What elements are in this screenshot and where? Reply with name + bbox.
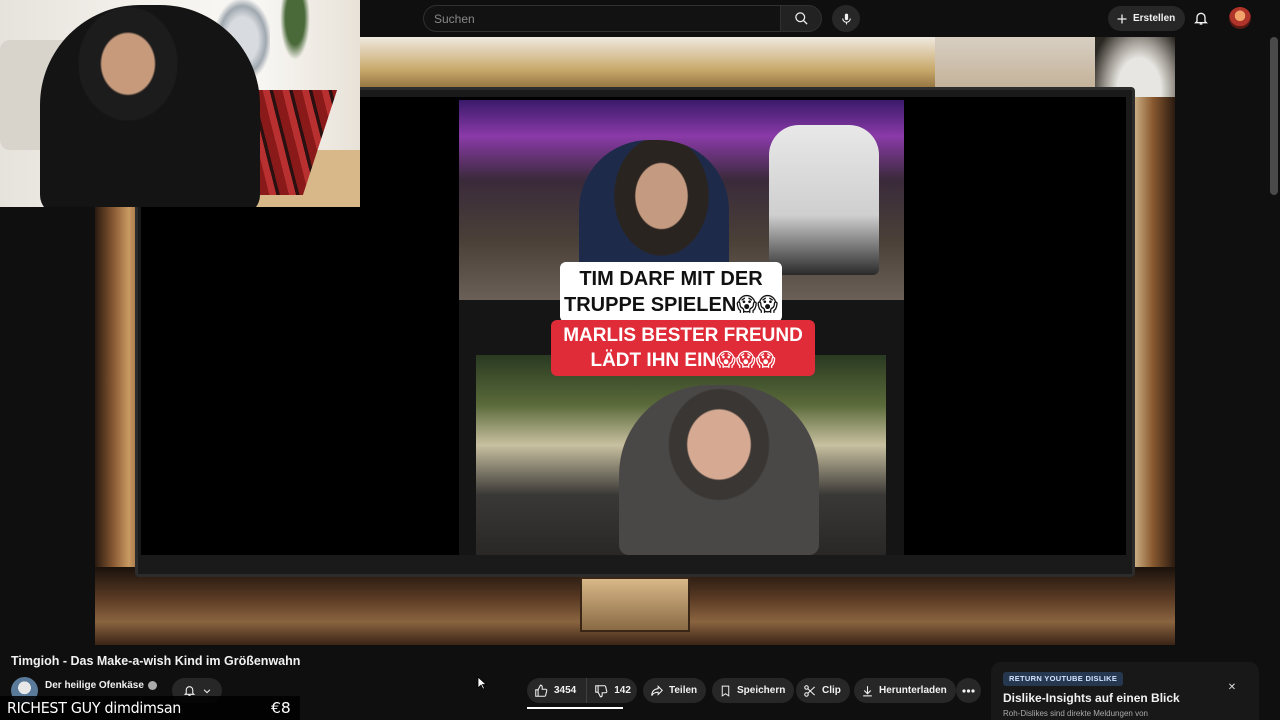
ryd-title: Dislike-Insights auf einen Blick — [1003, 691, 1180, 705]
create-label: Erstellen — [1133, 13, 1176, 24]
ryd-close-button[interactable]: ✕ — [1225, 681, 1239, 695]
channel-name-row[interactable]: Der heilige Ofenkäse — [45, 680, 157, 691]
chevron-down-icon — [203, 688, 210, 693]
search-input[interactable] — [424, 6, 781, 31]
bell-icon — [1194, 12, 1208, 25]
more-actions-button[interactable] — [956, 678, 981, 703]
webcam-streamer — [40, 5, 260, 207]
download-icon — [863, 685, 872, 696]
search-icon — [794, 12, 808, 25]
channel-name[interactable]: Der heilige Ofenkäse — [45, 680, 144, 691]
more-horizontal-icon — [962, 688, 975, 693]
account-avatar[interactable] — [1229, 7, 1251, 29]
caption-white: TIM DARF MIT DER TRUPPE SPIELEN😱😱 — [560, 262, 782, 322]
download-button[interactable]: Herunterladen — [854, 678, 956, 703]
search-box[interactable] — [423, 5, 781, 32]
dislike-button[interactable]: 142 — [587, 678, 639, 703]
dislike-count: 142 — [614, 685, 631, 696]
caption-line-3: MARLIS BESTER FREUND — [563, 325, 803, 346]
share-icon — [651, 684, 663, 696]
close-icon: ✕ — [1227, 682, 1237, 693]
like-count: 3454 — [554, 685, 577, 696]
create-button[interactable]: Erstellen — [1108, 6, 1186, 31]
thumbs-up-icon — [535, 684, 548, 697]
short-gaming-chair — [769, 125, 879, 275]
microphone-icon — [841, 13, 851, 24]
notifications-button[interactable] — [1190, 7, 1212, 29]
caption-line-2: TRUPPE SPIELEN😱😱 — [564, 294, 778, 316]
verified-icon — [147, 681, 157, 690]
plus-icon — [1117, 14, 1127, 23]
caption-line-4: LÄDT IHN EIN😱😱😱 — [590, 350, 776, 371]
caption-red: MARLIS BESTER FREUND LÄDT IHN EIN😱😱😱 — [551, 320, 815, 376]
short-person-bottom — [619, 385, 819, 555]
like-dislike-group: 3454 142 — [527, 678, 637, 703]
save-label: Speichern — [737, 685, 786, 696]
ryd-badge: RETURN YOUTUBE DISLIKE — [1003, 672, 1124, 686]
webcam-plant — [280, 0, 310, 60]
video-title: Timgioh - Das Make-a-wish Kind im Größen… — [11, 654, 301, 668]
share-label: Teilen — [669, 685, 698, 696]
mouse-cursor-icon — [477, 676, 487, 690]
donation-ticker-text: RICHEST GUY dimdimsan — [7, 699, 182, 717]
background-relief — [580, 577, 690, 632]
scissors-icon — [804, 684, 816, 697]
like-button[interactable]: 3454 — [527, 678, 588, 703]
caption-line-1: TIM DARF MIT DER — [579, 268, 763, 290]
thumbs-down-icon — [595, 684, 608, 697]
clip-button[interactable]: Clip — [796, 678, 850, 703]
donation-amount: €8 — [271, 699, 291, 717]
share-button[interactable]: Teilen — [643, 678, 707, 703]
bookmark-icon — [721, 685, 730, 697]
clip-label: Clip — [822, 685, 841, 696]
page-scrollbar[interactable] — [1270, 37, 1278, 195]
save-button[interactable]: Speichern — [712, 678, 795, 703]
search-button[interactable] — [780, 5, 822, 32]
voice-search-button[interactable] — [832, 5, 860, 32]
webcam-overlay — [0, 0, 360, 207]
download-label: Herunterladen — [879, 685, 947, 696]
ryd-subtitle: Roh-Dislikes sind direkte Meldungen von — [1003, 709, 1148, 718]
like-ratio-bar — [527, 707, 623, 709]
